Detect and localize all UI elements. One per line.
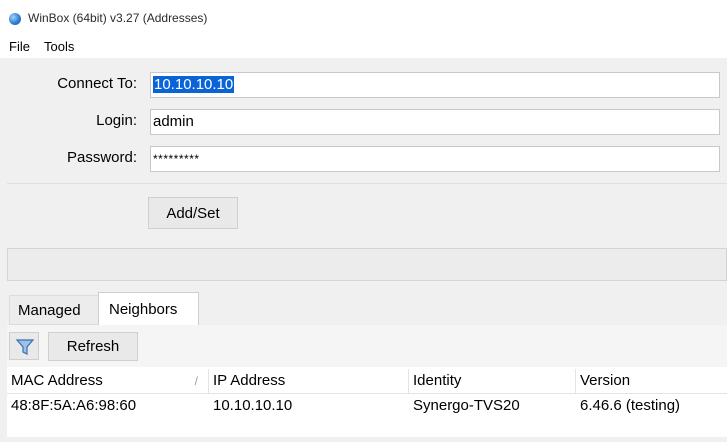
column-header-version-label: Version [580, 372, 631, 389]
refresh-button[interactable]: Refresh [48, 332, 138, 361]
cell-identity: Synergo-TVS20 [413, 397, 520, 414]
column-header-version[interactable]: Version [576, 369, 727, 393]
connect-to-input[interactable]: 10.10.10.10 [150, 72, 720, 98]
cell-ip: 10.10.10.10 [213, 397, 293, 414]
password-input[interactable]: ********* [150, 146, 720, 172]
connect-to-label: Connect To: [57, 75, 137, 92]
menu-tools[interactable]: Tools [44, 39, 74, 54]
menu-bar: File Tools [0, 34, 727, 58]
neighbors-toolbar: Refresh [7, 325, 727, 367]
sort-indicator-icon: / [194, 374, 198, 388]
cell-mac: 48:8F:5A:A6:98:60 [11, 397, 137, 414]
column-header-ip-label: IP Address [213, 372, 286, 389]
column-header-ip[interactable]: IP Address [209, 369, 409, 393]
login-label: Login: [96, 112, 137, 129]
column-header-mac-label: MAC Address [11, 372, 103, 389]
tab-neighbors[interactable]: Neighbors [98, 292, 199, 325]
cell-version: 6.46.6 (testing) [580, 397, 681, 414]
connection-form: Connect To: 10.10.10.10 Login: admin Pas… [7, 58, 727, 246]
status-bar [7, 248, 727, 281]
title-bar: WinBox (64bit) v3.27 (Addresses) [0, 0, 727, 34]
table-header: MAC Address / IP Address Identity Versio… [7, 369, 727, 394]
form-divider [7, 183, 727, 184]
tab-managed-label: Managed [18, 302, 81, 319]
add-set-button[interactable]: Add/Set [148, 197, 238, 229]
password-label: Password: [66, 149, 137, 166]
tab-neighbors-label: Neighbors [109, 301, 178, 318]
filter-button[interactable] [9, 332, 39, 360]
login-input[interactable]: admin [150, 109, 720, 135]
window-title: WinBox (64bit) v3.27 (Addresses) [28, 11, 208, 25]
filter-icon [16, 339, 34, 355]
table-row[interactable]: 48:8F:5A:A6:98:60 10.10.10.10 Synergo-TV… [7, 393, 727, 419]
winbox-window: WinBox (64bit) v3.27 (Addresses) File To… [0, 0, 727, 442]
column-header-identity[interactable]: Identity [409, 369, 576, 393]
panel-bottom-edge [7, 437, 727, 442]
column-header-identity-label: Identity [413, 372, 462, 389]
menu-file[interactable]: File [9, 39, 30, 54]
connect-to-value: 10.10.10.10 [153, 76, 235, 93]
winbox-app-icon [9, 13, 21, 25]
neighbors-panel: Refresh MAC Address / IP Address Identit… [7, 325, 727, 442]
tab-managed[interactable]: Managed [9, 295, 98, 325]
column-header-mac[interactable]: MAC Address / [7, 369, 209, 393]
